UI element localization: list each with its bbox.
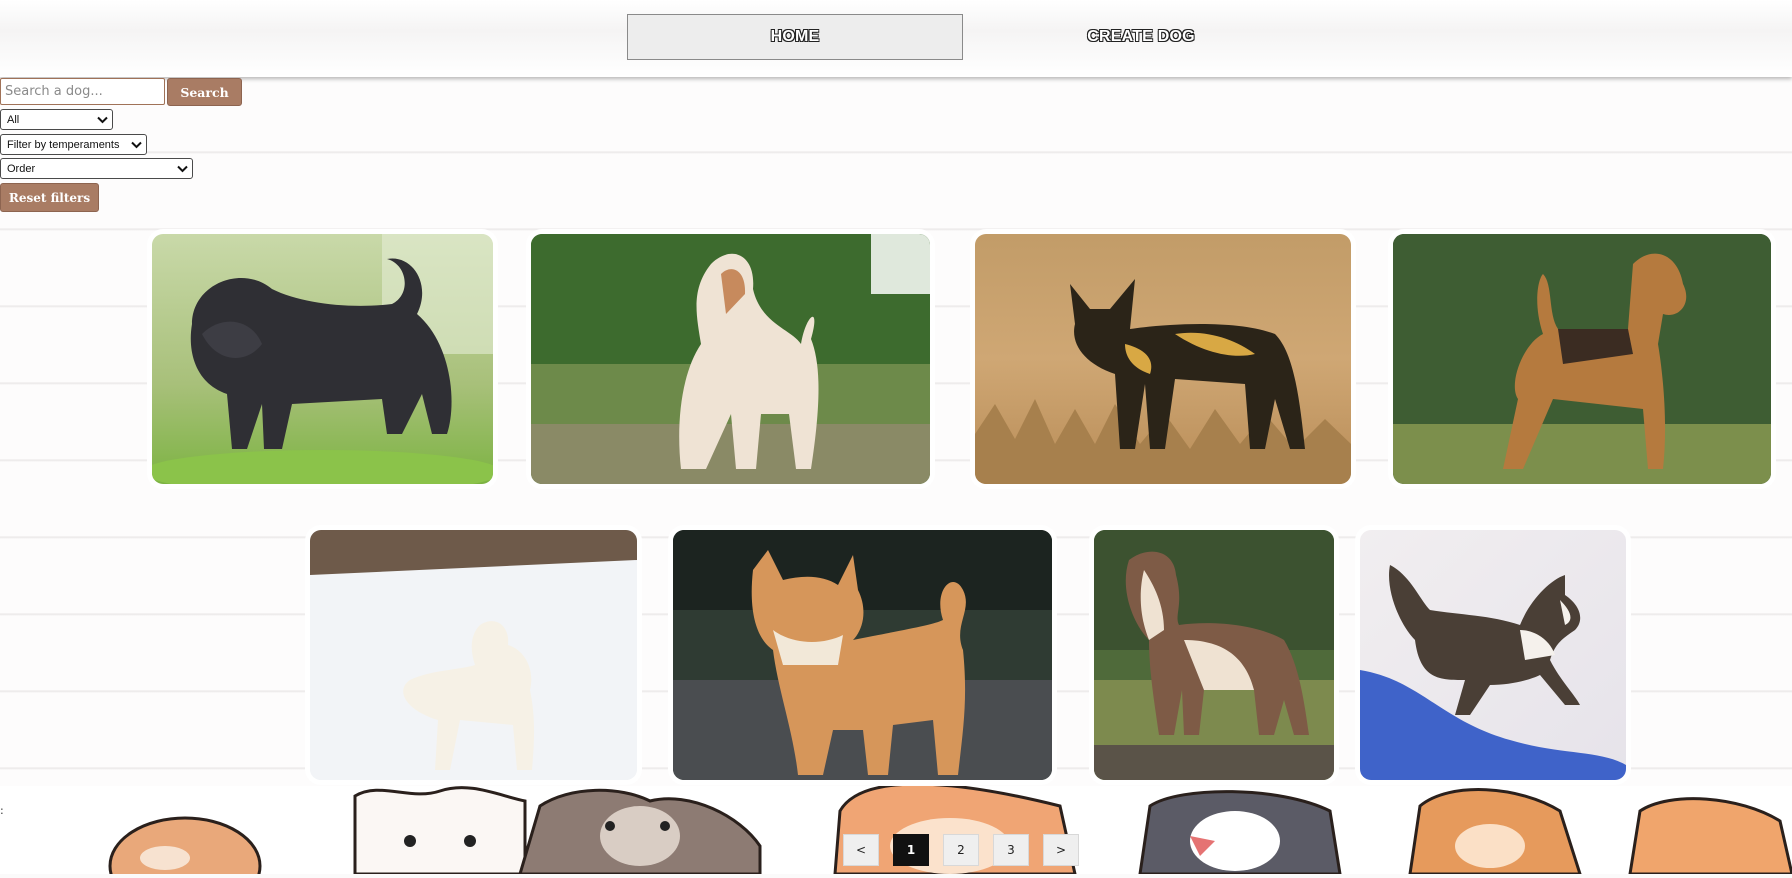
dog-photo bbox=[673, 530, 1052, 780]
dog-card-african-wild-dog[interactable] bbox=[975, 234, 1351, 484]
dog-photo bbox=[531, 234, 930, 484]
page-button-1[interactable]: 1 bbox=[893, 834, 929, 866]
nav-home-link[interactable]: HOME bbox=[627, 14, 963, 60]
dog-photo bbox=[310, 530, 637, 780]
order-value: Order bbox=[7, 162, 36, 175]
chevron-down-icon bbox=[176, 163, 188, 175]
source-filter-value: All bbox=[7, 113, 20, 126]
nav-create-dog-link[interactable]: CREATE DOG bbox=[1011, 14, 1271, 60]
chevron-down-icon bbox=[96, 114, 108, 126]
temperament-filter-select[interactable]: Filter by temperaments bbox=[0, 134, 147, 155]
temperament-filter-value: Filter by temperaments bbox=[7, 138, 120, 151]
dog-photo bbox=[975, 234, 1351, 484]
dog-card-retriever-snow[interactable] bbox=[310, 530, 637, 780]
reset-filters-button[interactable]: Reset filters bbox=[0, 183, 99, 212]
dog-card-affenpinscher[interactable] bbox=[152, 234, 493, 484]
search-input[interactable] bbox=[0, 78, 165, 105]
pagination: < 1 2 3 > bbox=[843, 834, 1079, 866]
dog-card-akita[interactable] bbox=[673, 530, 1052, 780]
page-next-button[interactable]: > bbox=[1043, 834, 1079, 866]
page-prev-button[interactable]: < bbox=[843, 834, 879, 866]
dog-photo bbox=[1360, 530, 1626, 780]
page-button-2[interactable]: 2 bbox=[943, 834, 979, 866]
order-select[interactable]: Order bbox=[0, 158, 193, 179]
dog-photo bbox=[152, 234, 493, 484]
source-filter-select[interactable]: All bbox=[0, 109, 113, 130]
top-navbar: HOME CREATE DOG bbox=[0, 0, 1792, 77]
dog-card-afghan-hound[interactable] bbox=[531, 234, 930, 484]
dog-card-airedale-terrier[interactable] bbox=[1393, 234, 1771, 484]
dog-photo bbox=[1094, 530, 1334, 780]
stray-text: : bbox=[0, 804, 4, 817]
chevron-down-icon bbox=[130, 139, 142, 151]
search-button[interactable]: Search bbox=[167, 78, 242, 106]
dog-card-husky[interactable] bbox=[1360, 530, 1626, 780]
page-button-3[interactable]: 3 bbox=[993, 834, 1029, 866]
dog-photo bbox=[1393, 234, 1771, 484]
dog-card-bulldog[interactable] bbox=[1094, 530, 1334, 780]
